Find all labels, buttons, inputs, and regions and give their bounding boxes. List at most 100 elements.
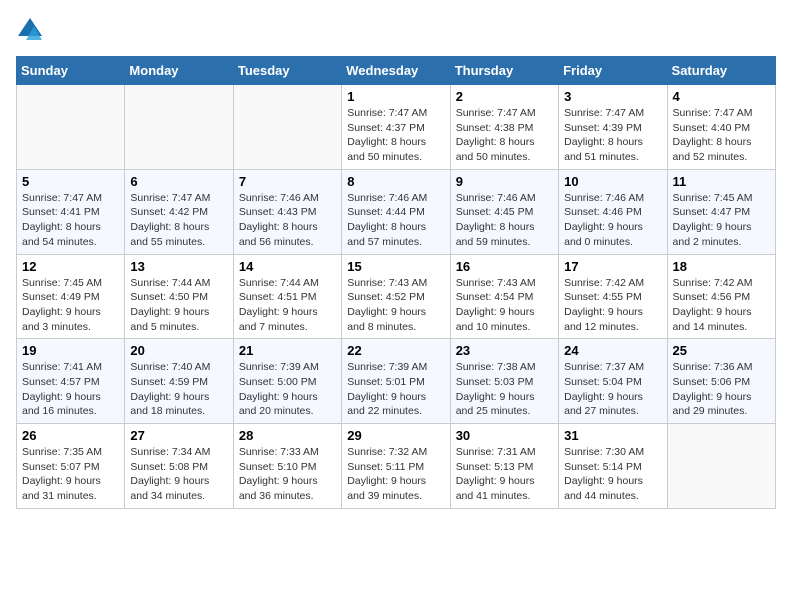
day-number: 10 — [564, 174, 661, 189]
calendar-cell: 17 Sunrise: 7:42 AM Sunset: 4:55 PM Dayli… — [559, 254, 667, 339]
day-number: 28 — [239, 428, 336, 443]
day-number: 22 — [347, 343, 444, 358]
day-number: 18 — [673, 259, 770, 274]
calendar-cell: 20 Sunrise: 7:40 AM Sunset: 4:59 PM Dayli… — [125, 339, 233, 424]
day-info: Sunrise: 7:40 AM Sunset: 4:59 PM Dayligh… — [130, 361, 210, 417]
calendar-cell: 29 Sunrise: 7:32 AM Sunset: 5:11 PM Dayli… — [342, 424, 450, 509]
day-number: 11 — [673, 174, 770, 189]
day-number: 19 — [22, 343, 119, 358]
day-info: Sunrise: 7:45 AM Sunset: 4:49 PM Dayligh… — [22, 277, 102, 333]
calendar-cell: 10 Sunrise: 7:46 AM Sunset: 4:46 PM Dayli… — [559, 169, 667, 254]
day-number: 20 — [130, 343, 227, 358]
day-number: 15 — [347, 259, 444, 274]
calendar-cell: 9 Sunrise: 7:46 AM Sunset: 4:45 PM Daylig… — [450, 169, 558, 254]
page-header — [16, 16, 776, 44]
weekday-header-row: SundayMondayTuesdayWednesdayThursdayFrid… — [17, 57, 776, 85]
weekday-header-monday: Monday — [125, 57, 233, 85]
day-number: 17 — [564, 259, 661, 274]
calendar-cell: 12 Sunrise: 7:45 AM Sunset: 4:49 PM Dayli… — [17, 254, 125, 339]
calendar-cell: 28Sunrise: 7:33 AM Sunset: 5:10 PM Dayli… — [233, 424, 341, 509]
day-info: Sunrise: 7:36 AM Sunset: 5:06 PM Dayligh… — [673, 361, 753, 417]
calendar-cell: 6Sunrise: 7:47 AM Sunset: 4:42 PM Daylig… — [125, 169, 233, 254]
calendar-table: SundayMondayTuesdayWednesdayThursdayFrid… — [16, 56, 776, 509]
day-info: Sunrise: 7:47 AM Sunset: 4:37 PM Dayligh… — [347, 107, 427, 163]
day-number: 16 — [456, 259, 553, 274]
calendar-week-row: 1 Sunrise: 7:47 AM Sunset: 4:37 PM Daylig… — [17, 85, 776, 170]
calendar-cell: 18 Sunrise: 7:42 AM Sunset: 4:56 PM Dayli… — [667, 254, 775, 339]
calendar-cell: 19Sunrise: 7:41 AM Sunset: 4:57 PM Dayli… — [17, 339, 125, 424]
day-number: 1 — [347, 89, 444, 104]
day-info: Sunrise: 7:35 AM Sunset: 5:07 PM Dayligh… — [22, 446, 102, 502]
day-info: Sunrise: 7:42 AM Sunset: 4:56 PM Dayligh… — [673, 277, 753, 333]
day-number: 8 — [347, 174, 444, 189]
day-number: 6 — [130, 174, 227, 189]
calendar-cell: 16 Sunrise: 7:43 AM Sunset: 4:54 PM Dayli… — [450, 254, 558, 339]
day-number: 5 — [22, 174, 119, 189]
calendar-week-row: 26 Sunrise: 7:35 AM Sunset: 5:07 PM Dayli… — [17, 424, 776, 509]
day-info: Sunrise: 7:47 AM Sunset: 4:39 PM Dayligh… — [564, 107, 644, 163]
day-number: 3 — [564, 89, 661, 104]
calendar-cell: 21 Sunrise: 7:39 AM Sunset: 5:00 PM Dayli… — [233, 339, 341, 424]
calendar-cell — [233, 85, 341, 170]
day-number: 27 — [130, 428, 227, 443]
calendar-cell: 8 Sunrise: 7:46 AM Sunset: 4:44 PM Daylig… — [342, 169, 450, 254]
day-number: 23 — [456, 343, 553, 358]
day-number: 25 — [673, 343, 770, 358]
calendar-cell: 14 Sunrise: 7:44 AM Sunset: 4:51 PM Dayli… — [233, 254, 341, 339]
calendar-week-row: 12 Sunrise: 7:45 AM Sunset: 4:49 PM Dayli… — [17, 254, 776, 339]
day-info: Sunrise: 7:39 AM Sunset: 5:00 PM Dayligh… — [239, 361, 319, 417]
day-number: 4 — [673, 89, 770, 104]
calendar-cell: 31 Sunrise: 7:30 AM Sunset: 5:14 PM Dayli… — [559, 424, 667, 509]
day-info: Sunrise: 7:47 AM Sunset: 4:38 PM Dayligh… — [456, 107, 536, 163]
day-number: 7 — [239, 174, 336, 189]
calendar-cell — [17, 85, 125, 170]
calendar-cell: 27Sunrise: 7:34 AM Sunset: 5:08 PM Dayli… — [125, 424, 233, 509]
day-info: Sunrise: 7:43 AM Sunset: 4:54 PM Dayligh… — [456, 277, 536, 333]
day-info: Sunrise: 7:46 AM Sunset: 4:45 PM Dayligh… — [456, 192, 536, 248]
calendar-cell: 26 Sunrise: 7:35 AM Sunset: 5:07 PM Dayli… — [17, 424, 125, 509]
calendar-cell: 22Sunrise: 7:39 AM Sunset: 5:01 PM Dayli… — [342, 339, 450, 424]
day-number: 29 — [347, 428, 444, 443]
day-number: 30 — [456, 428, 553, 443]
calendar-cell: 4 Sunrise: 7:47 AM Sunset: 4:40 PM Daylig… — [667, 85, 775, 170]
day-info: Sunrise: 7:44 AM Sunset: 4:51 PM Dayligh… — [239, 277, 319, 333]
day-info: Sunrise: 7:44 AM Sunset: 4:50 PM Dayligh… — [130, 277, 210, 333]
calendar-cell: 13 Sunrise: 7:44 AM Sunset: 4:50 PM Dayli… — [125, 254, 233, 339]
calendar-cell: 2 Sunrise: 7:47 AM Sunset: 4:38 PM Daylig… — [450, 85, 558, 170]
day-number: 21 — [239, 343, 336, 358]
day-number: 9 — [456, 174, 553, 189]
day-number: 31 — [564, 428, 661, 443]
day-number: 12 — [22, 259, 119, 274]
day-info: Sunrise: 7:43 AM Sunset: 4:52 PM Dayligh… — [347, 277, 427, 333]
day-info: Sunrise: 7:47 AM Sunset: 4:40 PM Dayligh… — [673, 107, 753, 163]
day-info: Sunrise: 7:42 AM Sunset: 4:55 PM Dayligh… — [564, 277, 644, 333]
day-info: Sunrise: 7:46 AM Sunset: 4:44 PM Dayligh… — [347, 192, 427, 248]
day-number: 24 — [564, 343, 661, 358]
calendar-week-row: 19Sunrise: 7:41 AM Sunset: 4:57 PM Dayli… — [17, 339, 776, 424]
day-info: Sunrise: 7:30 AM Sunset: 5:14 PM Dayligh… — [564, 446, 644, 502]
day-number: 13 — [130, 259, 227, 274]
weekday-header-friday: Friday — [559, 57, 667, 85]
day-info: Sunrise: 7:31 AM Sunset: 5:13 PM Dayligh… — [456, 446, 536, 502]
calendar-cell: 3 Sunrise: 7:47 AM Sunset: 4:39 PM Daylig… — [559, 85, 667, 170]
logo — [16, 16, 48, 44]
day-info: Sunrise: 7:37 AM Sunset: 5:04 PM Dayligh… — [564, 361, 644, 417]
day-number: 26 — [22, 428, 119, 443]
weekday-header-tuesday: Tuesday — [233, 57, 341, 85]
day-info: Sunrise: 7:45 AM Sunset: 4:47 PM Dayligh… — [673, 192, 753, 248]
logo-icon — [16, 16, 44, 44]
day-number: 14 — [239, 259, 336, 274]
calendar-cell: 1 Sunrise: 7:47 AM Sunset: 4:37 PM Daylig… — [342, 85, 450, 170]
calendar-cell: 24 Sunrise: 7:37 AM Sunset: 5:04 PM Dayli… — [559, 339, 667, 424]
day-info: Sunrise: 7:32 AM Sunset: 5:11 PM Dayligh… — [347, 446, 427, 502]
day-number: 2 — [456, 89, 553, 104]
calendar-cell: 23 Sunrise: 7:38 AM Sunset: 5:03 PM Dayli… — [450, 339, 558, 424]
calendar-week-row: 5Sunrise: 7:47 AM Sunset: 4:41 PM Daylig… — [17, 169, 776, 254]
calendar-cell: 15 Sunrise: 7:43 AM Sunset: 4:52 PM Dayli… — [342, 254, 450, 339]
day-info: Sunrise: 7:38 AM Sunset: 5:03 PM Dayligh… — [456, 361, 536, 417]
calendar-cell: 5Sunrise: 7:47 AM Sunset: 4:41 PM Daylig… — [17, 169, 125, 254]
day-info: Sunrise: 7:46 AM Sunset: 4:43 PM Dayligh… — [239, 192, 319, 248]
calendar-cell: 11 Sunrise: 7:45 AM Sunset: 4:47 PM Dayli… — [667, 169, 775, 254]
day-info: Sunrise: 7:46 AM Sunset: 4:46 PM Dayligh… — [564, 192, 644, 248]
calendar-cell — [667, 424, 775, 509]
